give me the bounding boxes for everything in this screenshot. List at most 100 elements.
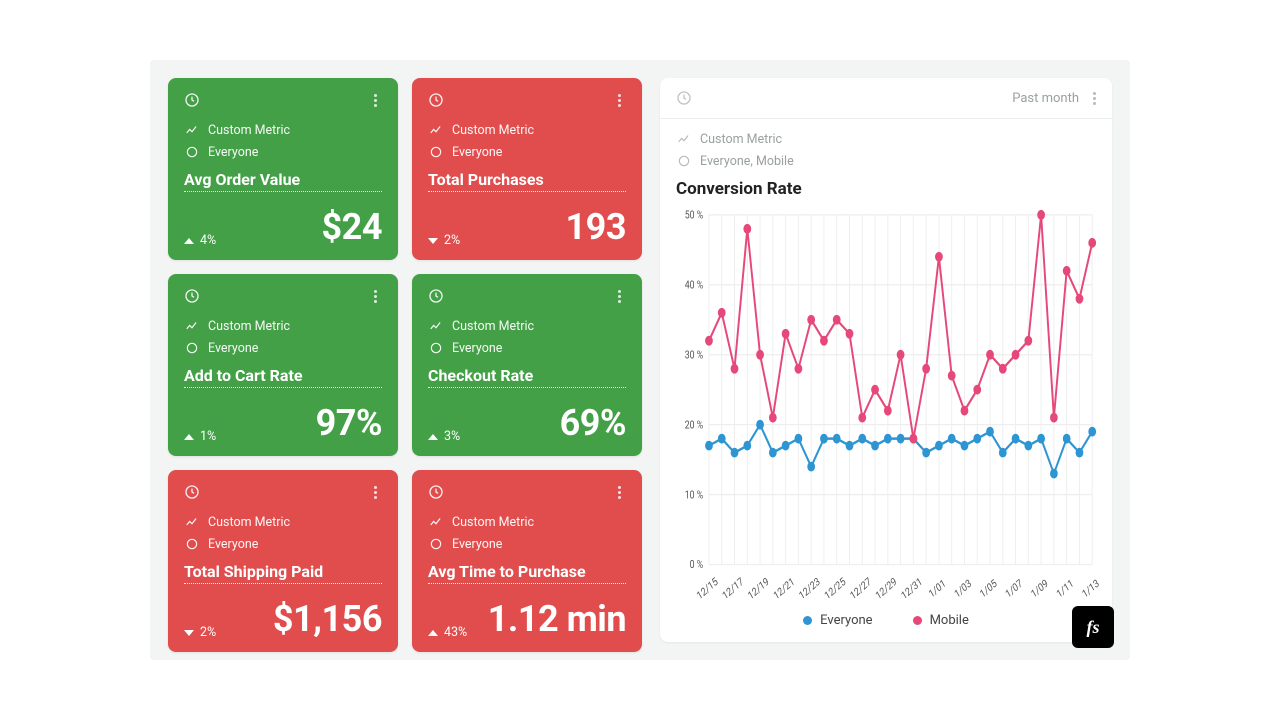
metric-value: $1,156 xyxy=(273,598,382,640)
clock-icon xyxy=(676,90,692,106)
svg-text:1/11: 1/11 xyxy=(1055,578,1076,599)
metric-card-2[interactable]: Custom MetricEveryoneAdd to Cart Rate1%9… xyxy=(168,274,398,456)
chart-panel: Past month Custom Metric Everyone, Mobil… xyxy=(660,78,1112,642)
metric-type-label: Custom Metric xyxy=(452,319,534,334)
delta-indicator: 3% xyxy=(428,429,460,444)
metric-value: 193 xyxy=(566,206,626,248)
trend-icon xyxy=(184,318,200,334)
segment-label: Everyone xyxy=(208,145,258,160)
segment-label: Everyone xyxy=(452,537,502,552)
metric-card-3[interactable]: Custom Metric Everyone Checkout Rate 3% 69% xyxy=(412,274,642,456)
trend-icon xyxy=(428,514,444,530)
trend-icon xyxy=(428,122,444,138)
svg-text:1/03: 1/03 xyxy=(953,578,974,599)
segment-icon xyxy=(184,536,200,552)
segment-icon xyxy=(428,536,444,552)
legend-item-everyone[interactable]: Everyone xyxy=(803,613,872,628)
delta-value: 1% xyxy=(200,429,216,444)
svg-text:1/07: 1/07 xyxy=(1004,577,1025,599)
svg-text:12/17: 12/17 xyxy=(721,576,746,599)
svg-text:30 %: 30 % xyxy=(685,350,703,362)
metric-type-label: Custom Metric xyxy=(452,515,534,530)
metric-value: 1.12 min xyxy=(488,598,626,640)
svg-text:12/27: 12/27 xyxy=(849,576,874,599)
trend-icon xyxy=(184,514,200,530)
legend-item-mobile[interactable]: Mobile xyxy=(913,613,969,628)
segment-icon xyxy=(428,144,444,160)
trend-icon xyxy=(676,131,692,147)
delta-value: 43% xyxy=(444,625,467,640)
brand-badge[interactable]: fs xyxy=(1072,606,1114,648)
metric-title: Avg Order Value xyxy=(184,170,382,192)
svg-text:20 %: 20 % xyxy=(685,419,703,431)
triangle-up-icon xyxy=(184,238,194,244)
clock-icon xyxy=(428,92,444,108)
segment-icon xyxy=(184,340,200,356)
svg-text:1/05: 1/05 xyxy=(978,577,999,599)
delta-value: 2% xyxy=(200,625,216,640)
chart-menu-button[interactable] xyxy=(1093,92,1096,105)
segment-label: Everyone xyxy=(452,145,502,160)
metric-card-5[interactable]: Custom MetricEveryoneAvg Time to Purchas… xyxy=(412,470,642,652)
card-menu-button[interactable] xyxy=(368,486,382,499)
chart-title: Conversion Rate xyxy=(660,169,1112,199)
metric-card-0[interactable]: Custom Metric Everyone Avg Order Value 4% $2… xyxy=(168,78,398,260)
segment-label: Everyone xyxy=(452,341,502,356)
svg-text:1/01: 1/01 xyxy=(927,578,948,599)
chart-header: Past month xyxy=(660,78,1112,119)
delta-indicator: 1% xyxy=(184,429,216,444)
segment-label: Everyone xyxy=(208,341,258,356)
clock-icon xyxy=(184,484,200,500)
delta-indicator: 2% xyxy=(428,233,460,248)
triangle-up-icon xyxy=(428,434,438,440)
segment-label: Everyone xyxy=(208,537,258,552)
triangle-down-icon xyxy=(184,630,194,636)
clock-icon xyxy=(428,288,444,304)
chart-segment-label: Everyone, Mobile xyxy=(700,154,794,169)
svg-text:12/15: 12/15 xyxy=(695,576,720,599)
trend-icon xyxy=(184,122,200,138)
clock-icon xyxy=(184,92,200,108)
card-menu-button[interactable] xyxy=(612,486,626,499)
segment-icon xyxy=(184,144,200,160)
delta-value: 2% xyxy=(444,233,460,248)
metric-title: Add to Cart Rate xyxy=(184,366,382,388)
time-range-label[interactable]: Past month xyxy=(1012,91,1079,106)
svg-text:12/31: 12/31 xyxy=(900,576,925,599)
card-menu-button[interactable] xyxy=(612,290,626,303)
metric-type-label: Custom Metric xyxy=(208,123,290,138)
svg-text:50 %: 50 % xyxy=(685,210,703,222)
metric-value: 69% xyxy=(560,402,626,444)
metric-type-label: Custom Metric xyxy=(208,515,290,530)
triangle-up-icon xyxy=(184,434,194,440)
svg-text:12/29: 12/29 xyxy=(874,576,899,599)
metric-card-4[interactable]: Custom Metric Everyone Total Shipping Paid… xyxy=(168,470,398,652)
delta-value: 4% xyxy=(200,233,216,248)
metric-title: Checkout Rate xyxy=(428,366,626,388)
svg-text:12/25: 12/25 xyxy=(823,576,848,599)
delta-indicator: 43% xyxy=(428,625,467,640)
card-menu-button[interactable] xyxy=(368,94,382,107)
dashboard: Custom Metric Everyone Avg Order Value 4% $2… xyxy=(150,60,1130,660)
triangle-down-icon xyxy=(428,238,438,244)
chart-legend: Everyone Mobile xyxy=(660,607,1112,642)
metric-title: Total Purchases xyxy=(428,170,626,192)
metric-card-1[interactable]: Custom MetricEveryoneTotal Purchases2%19… xyxy=(412,78,642,260)
metric-card-grid: Custom Metric Everyone Avg Order Value 4% $2… xyxy=(168,78,642,642)
triangle-up-icon xyxy=(428,630,438,636)
svg-text:1/09: 1/09 xyxy=(1030,578,1051,599)
svg-text:12/19: 12/19 xyxy=(747,576,772,599)
svg-text:0 %: 0 % xyxy=(690,559,703,571)
clock-icon xyxy=(184,288,200,304)
svg-text:10 %: 10 % xyxy=(685,489,703,501)
metric-value: 97% xyxy=(316,402,382,444)
chart-metric-label: Custom Metric xyxy=(700,132,782,147)
metric-value: $24 xyxy=(322,206,382,248)
metric-title: Total Shipping Paid xyxy=(184,562,382,584)
card-menu-button[interactable] xyxy=(612,94,626,107)
card-menu-button[interactable] xyxy=(368,290,382,303)
svg-text:12/21: 12/21 xyxy=(772,576,797,599)
chart-canvas: 0 %10 %20 %30 %40 %50 %12/1512/1712/1912… xyxy=(660,199,1112,607)
delta-indicator: 4% xyxy=(184,233,216,248)
trend-icon xyxy=(428,318,444,334)
